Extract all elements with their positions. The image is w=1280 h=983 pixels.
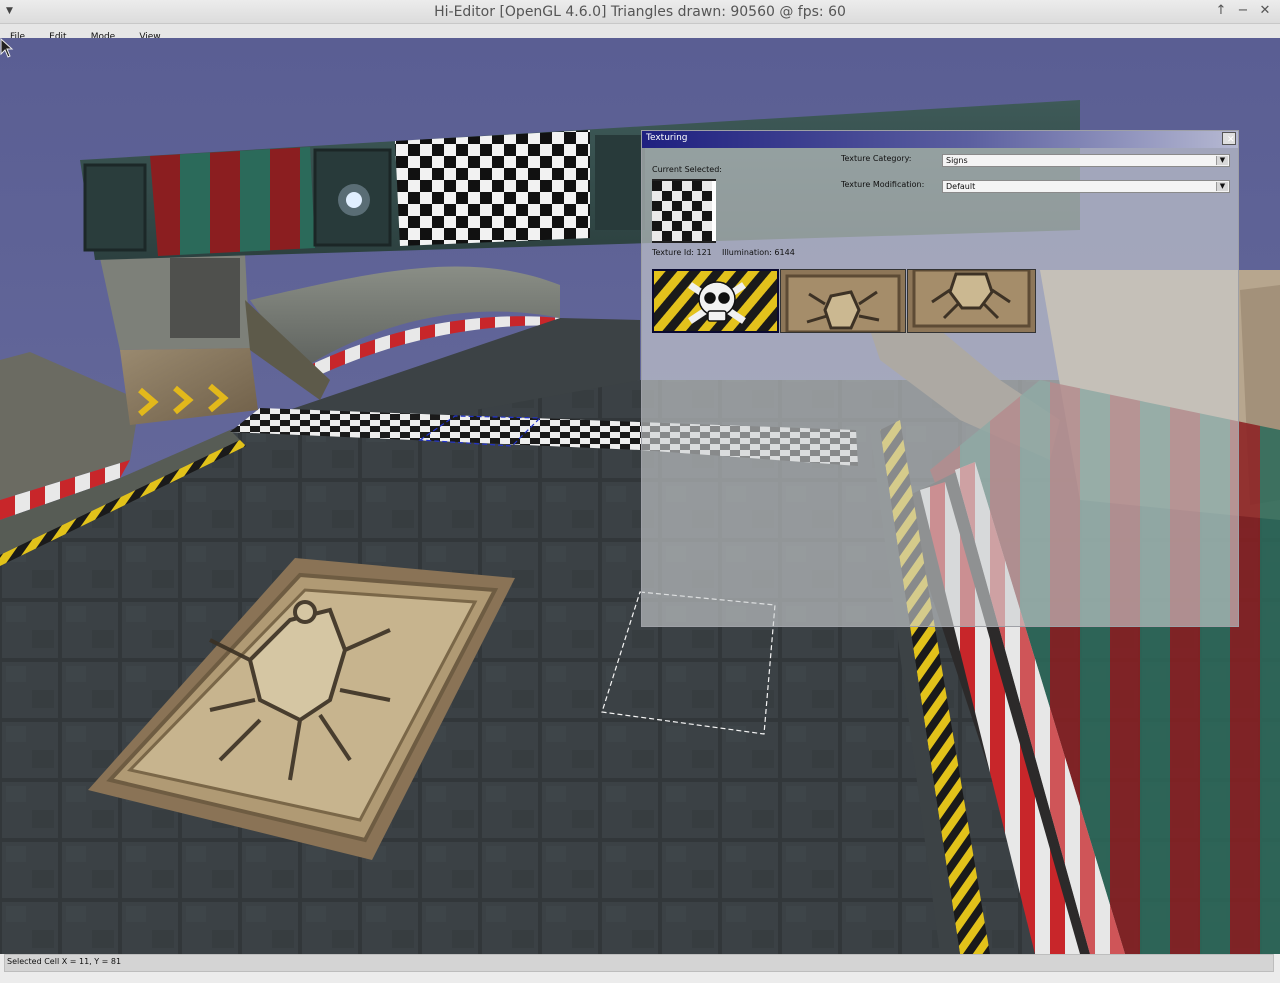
dialog-close-button[interactable]: ✕: [1222, 132, 1236, 145]
close-icon[interactable]: ✕: [1257, 3, 1273, 18]
minimize-icon[interactable]: −: [1235, 3, 1251, 18]
skull-hazard-sign-icon: [654, 271, 777, 331]
statusbar: Selected Cell X = 11, Y = 81: [0, 954, 1280, 983]
maximize-icon[interactable]: ↑: [1213, 3, 1229, 18]
current-selected-label: Current Selected:: [652, 165, 722, 174]
current-texture-preview: [652, 179, 716, 243]
texturing-dialog: Texturing ✕ Current Selected: Texture Id…: [641, 130, 1239, 627]
texture-thumb-skull-hazard[interactable]: [652, 269, 779, 333]
window-titlebar: ▼ Hi-Editor [OpenGL 4.6.0] Triangles dra…: [0, 0, 1280, 24]
window-title: Hi-Editor [OpenGL 4.6.0] Triangles drawn…: [434, 4, 846, 20]
chevron-down-icon[interactable]: ▼: [1216, 182, 1228, 191]
texture-modification-value: Default: [946, 182, 976, 191]
texture-category-value: Signs: [946, 156, 968, 165]
mouse-cursor-icon: [0, 38, 14, 58]
texture-category-label: Texture Category:: [841, 154, 912, 163]
texture-thumb-spider-plate-1[interactable]: [780, 269, 906, 333]
checker-texture-icon: [652, 181, 712, 241]
menubar: File Edit Mode View: [0, 24, 1280, 42]
spider-plate-sign-icon: [908, 270, 1035, 332]
status-field: Selected Cell X = 11, Y = 81: [4, 954, 1274, 972]
close-icon: ✕: [1227, 135, 1235, 145]
chevron-down-icon[interactable]: ▼: [1216, 156, 1228, 165]
dialog-titlebar[interactable]: Texturing ✕: [642, 131, 1238, 148]
texture-thumb-spider-plate-2[interactable]: [907, 269, 1036, 333]
texture-id-label: Texture Id: 121: [652, 248, 712, 257]
illumination-label: Illumination: 6144: [722, 248, 795, 257]
dialog-title: Texturing: [646, 133, 688, 143]
texture-modification-label: Texture Modification:: [841, 180, 925, 189]
spider-plate-sign-icon: [781, 270, 905, 332]
texture-modification-select[interactable]: Default ▼: [942, 180, 1230, 193]
selected-cell-status: Selected Cell X = 11, Y = 81: [7, 957, 122, 966]
texture-category-select[interactable]: Signs ▼: [942, 154, 1230, 167]
